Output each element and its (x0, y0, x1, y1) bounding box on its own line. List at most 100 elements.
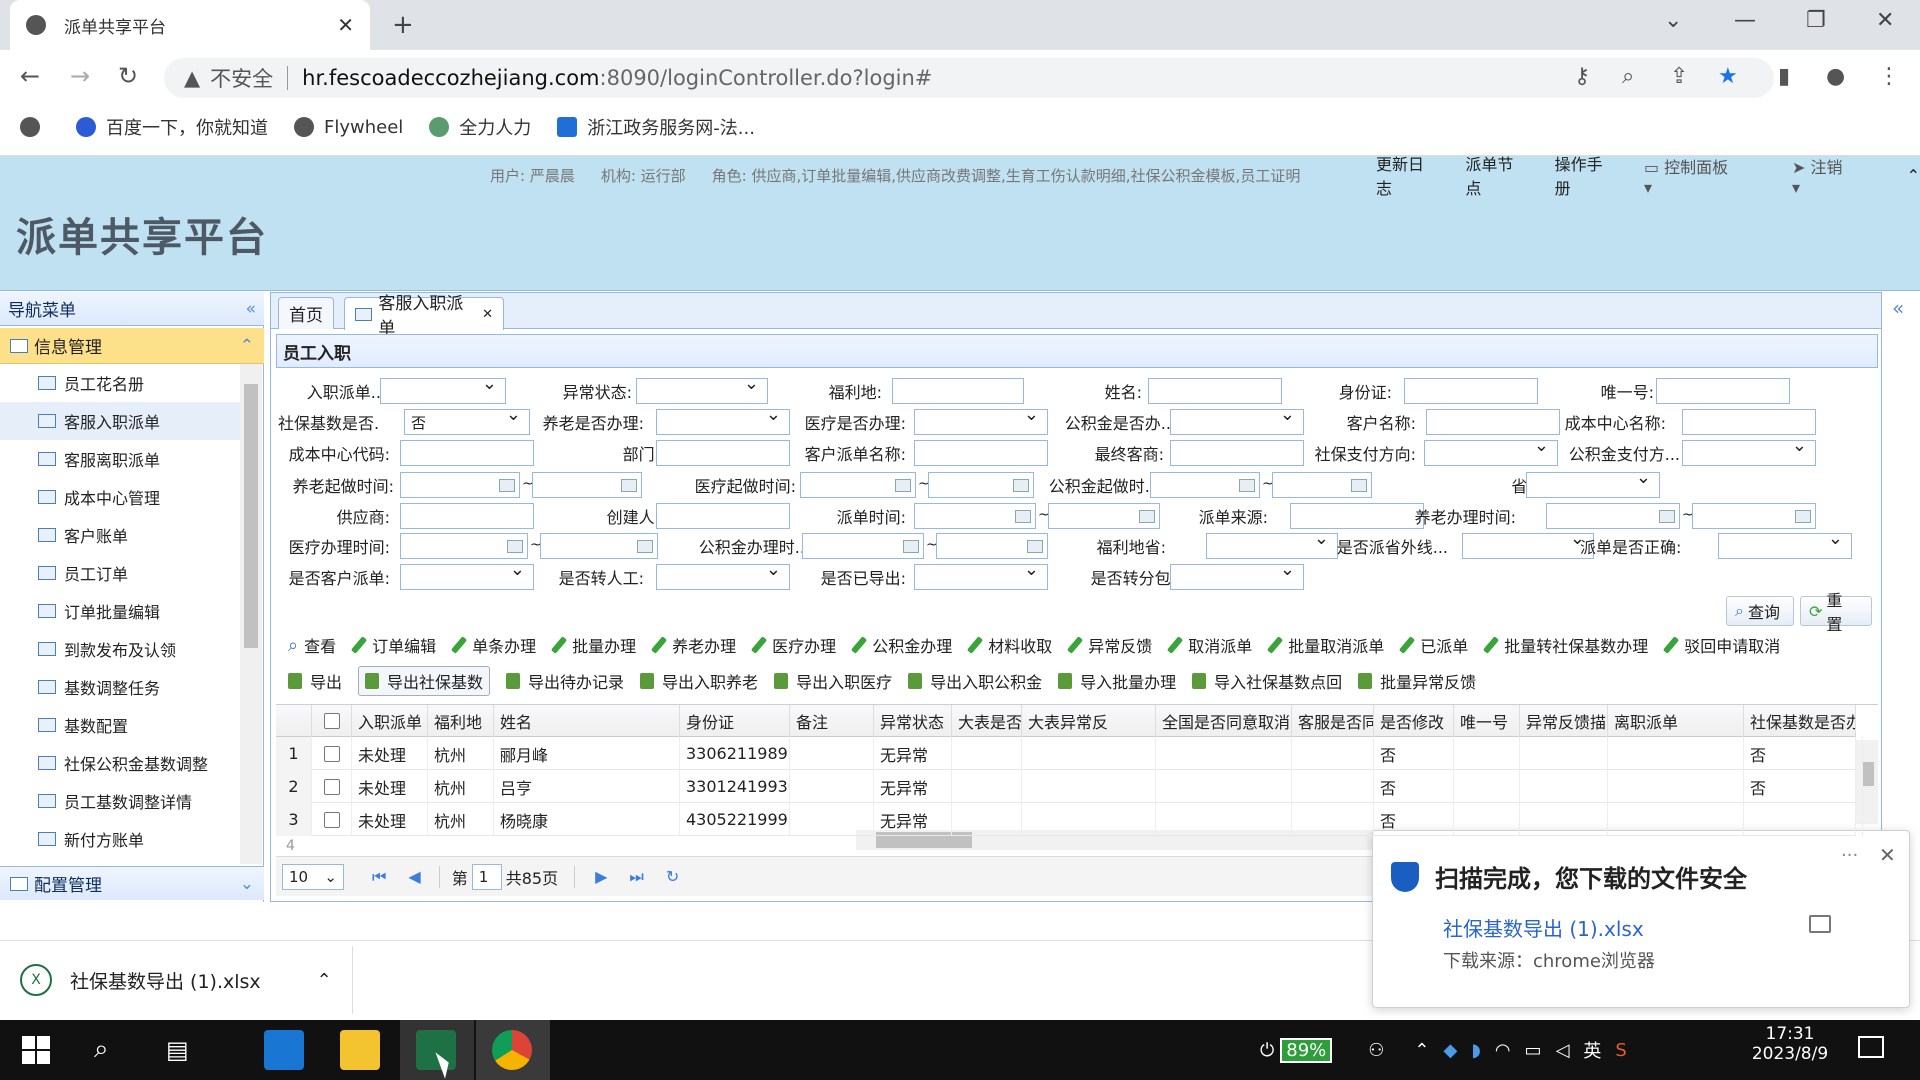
first-page-icon[interactable]: ⏮ (372, 867, 386, 887)
toolbar-action-button[interactable]: 医疗办理 (751, 633, 836, 657)
text-field[interactable] (656, 503, 790, 529)
date-end-input[interactable] (1272, 472, 1372, 498)
collapse-group-icon[interactable]: ⌃ (240, 336, 254, 356)
toolbar-export-button[interactable]: 导出待办记录 (506, 669, 624, 693)
date-end-input[interactable] (1692, 503, 1816, 529)
select-field[interactable] (380, 373, 506, 404)
date-start-input[interactable] (400, 533, 528, 559)
toolbar-export-button[interactable]: 导出入职公积金 (908, 669, 1042, 693)
toolbar-export-button[interactable]: 导出社保基数 (358, 666, 491, 696)
grid-column-header[interactable]: 全国是否同意取消 (1156, 705, 1292, 737)
toolbar-export-button[interactable]: 导入社保基数点回 (1192, 669, 1342, 693)
text-field[interactable] (1404, 378, 1538, 404)
bookmark-star-icon[interactable]: ★ (1718, 64, 1738, 89)
toolbar-action-button[interactable]: 材料收取 (967, 633, 1052, 657)
bookmark-quanli[interactable]: 全力人力 (429, 114, 531, 140)
text-field[interactable] (914, 440, 1048, 466)
select-field[interactable] (1682, 435, 1816, 466)
date-start-input[interactable] (1150, 472, 1260, 498)
restore-icon[interactable]: ❐ (1806, 8, 1826, 33)
toolbar-action-button[interactable]: 订单编辑 (351, 633, 436, 657)
tab-search-icon[interactable]: ⌄ (1664, 8, 1682, 33)
grid-column-header[interactable]: 备注 (790, 705, 874, 737)
last-page-icon[interactable]: ⏭ (629, 867, 643, 887)
row-checkbox[interactable] (323, 745, 340, 762)
toolbar-action-button[interactable]: ⌕ 查看 (288, 633, 336, 657)
select-field[interactable] (914, 404, 1048, 435)
notification-center-icon[interactable] (1858, 1036, 1884, 1058)
close-notification-icon[interactable]: ✕ (1879, 843, 1896, 867)
close-tab-icon[interactable]: ✕ (482, 307, 493, 322)
sidebar-group-info[interactable]: 信息管理 ⌃ (0, 328, 264, 364)
toolbar-action-button[interactable]: 批量办理 (551, 633, 636, 657)
text-field[interactable] (400, 440, 534, 466)
select-field[interactable] (1462, 528, 1594, 559)
bookmark-flywheel[interactable]: Flywheel (294, 117, 403, 138)
bookmark-zhejiang[interactable]: 浙江政务服务网-法... (557, 114, 755, 140)
grid-column-header[interactable]: 异常状态 (874, 705, 952, 737)
toolbar-export-button[interactable]: 批量异常反馈 (1358, 669, 1476, 693)
changelog-link[interactable]: 更新日志 (1376, 151, 1439, 199)
zoom-icon[interactable]: ⌕ (1622, 64, 1634, 89)
close-tab-icon[interactable]: ✕ (337, 13, 354, 37)
battery-tray-icon[interactable]: ▭ (1525, 1040, 1542, 1061)
sidebar-item[interactable]: 订单批量编辑 (0, 592, 240, 630)
prev-page-icon[interactable]: ◀ (408, 867, 420, 886)
collapse-header-icon[interactable]: ⌃ (1907, 166, 1920, 185)
grid-column-header[interactable]: 大表异常反 (1022, 705, 1156, 737)
date-start-input[interactable] (914, 503, 1036, 529)
tab-home[interactable]: 首页 (278, 297, 334, 329)
page-input[interactable]: 1 (471, 863, 502, 890)
text-field[interactable] (656, 440, 790, 466)
toolbar-action-button[interactable]: 异常反馈 (1067, 633, 1152, 657)
toolbar-action-button[interactable]: 批量取消派单 (1267, 633, 1384, 657)
collapse-right-icon[interactable]: « (1892, 296, 1904, 320)
share-icon[interactable]: ⇪ (1670, 64, 1688, 89)
select-field[interactable]: 否 (404, 404, 530, 435)
wifi-icon[interactable]: ◠ (1495, 1040, 1511, 1061)
sidebar-item[interactable]: 社保公积金基数调整 (0, 744, 240, 782)
grid-column-header[interactable]: 入职派单 (352, 705, 428, 737)
grid-column-header[interactable]: 唯一号 (1454, 705, 1520, 737)
toolbar-action-button[interactable]: 公积金办理 (851, 633, 952, 657)
sidebar-item[interactable]: 到款发布及认领 (0, 630, 240, 668)
grid-column-header[interactable]: 异常反馈描 (1520, 705, 1608, 737)
text-field[interactable] (400, 503, 534, 529)
table-row[interactable]: 2未处理杭州吕亨330124199306210419无异常否否否 (276, 770, 1863, 803)
sidebar-item[interactable]: 基数调整任务 (0, 668, 240, 706)
select-field[interactable] (400, 559, 534, 590)
refresh-icon[interactable]: ↻ (666, 867, 679, 886)
table-row[interactable]: 1未处理杭州郦月峰330621198912136339无异常否否否 (276, 737, 1863, 770)
toolbar-export-button[interactable]: 导出入职养老 (640, 669, 758, 693)
text-field[interactable] (1170, 440, 1304, 466)
toolbar-action-button[interactable]: 批量转社保基数办理 (1483, 633, 1648, 657)
select-field[interactable] (656, 559, 790, 590)
grid-column-header[interactable]: 大表是否点 (952, 705, 1022, 737)
toolbar-action-button[interactable]: 驳回申请取消 (1663, 633, 1780, 657)
sidebar-group-config[interactable]: 配置管理 ⌄ (0, 866, 264, 900)
apps-icon[interactable] (20, 117, 50, 137)
sidebar-item[interactable]: 客户账单 (0, 516, 240, 554)
grid-column-header[interactable]: 福利地 (428, 705, 494, 737)
folder-icon[interactable] (1809, 915, 1831, 933)
tray-expand-icon[interactable]: ⌃ (1414, 1040, 1429, 1061)
text-field[interactable] (892, 378, 1024, 404)
text-field[interactable] (1656, 378, 1790, 404)
people-icon[interactable]: ⚇ (1368, 1040, 1384, 1061)
grid-column-header[interactable]: 姓名 (494, 705, 680, 737)
grid-column-header[interactable]: 社保基数是否办理 (1744, 705, 1856, 737)
control-panel-menu[interactable]: ▭ 控制面板 ▾ (1644, 154, 1766, 197)
side-panel-icon[interactable]: ▮ (1778, 64, 1790, 89)
collapse-sidebar-icon[interactable]: « (246, 299, 256, 319)
back-icon[interactable]: ← (20, 62, 40, 90)
sogou-icon[interactable]: S (1615, 1040, 1626, 1061)
select-field[interactable] (1526, 467, 1660, 498)
select-all-checkbox[interactable] (323, 713, 340, 729)
date-end-input[interactable] (540, 533, 658, 559)
select-field[interactable] (1206, 528, 1338, 559)
address-bar[interactable]: ▲ 不安全 hr.fescoadeccozhejiang.com :8090/l… (164, 58, 1774, 98)
sidebar-scroll-thumb[interactable] (244, 384, 258, 648)
select-field[interactable] (1170, 559, 1304, 590)
row-checkbox[interactable] (323, 778, 340, 795)
sidebar-item[interactable]: 新付方账单 (0, 820, 240, 858)
